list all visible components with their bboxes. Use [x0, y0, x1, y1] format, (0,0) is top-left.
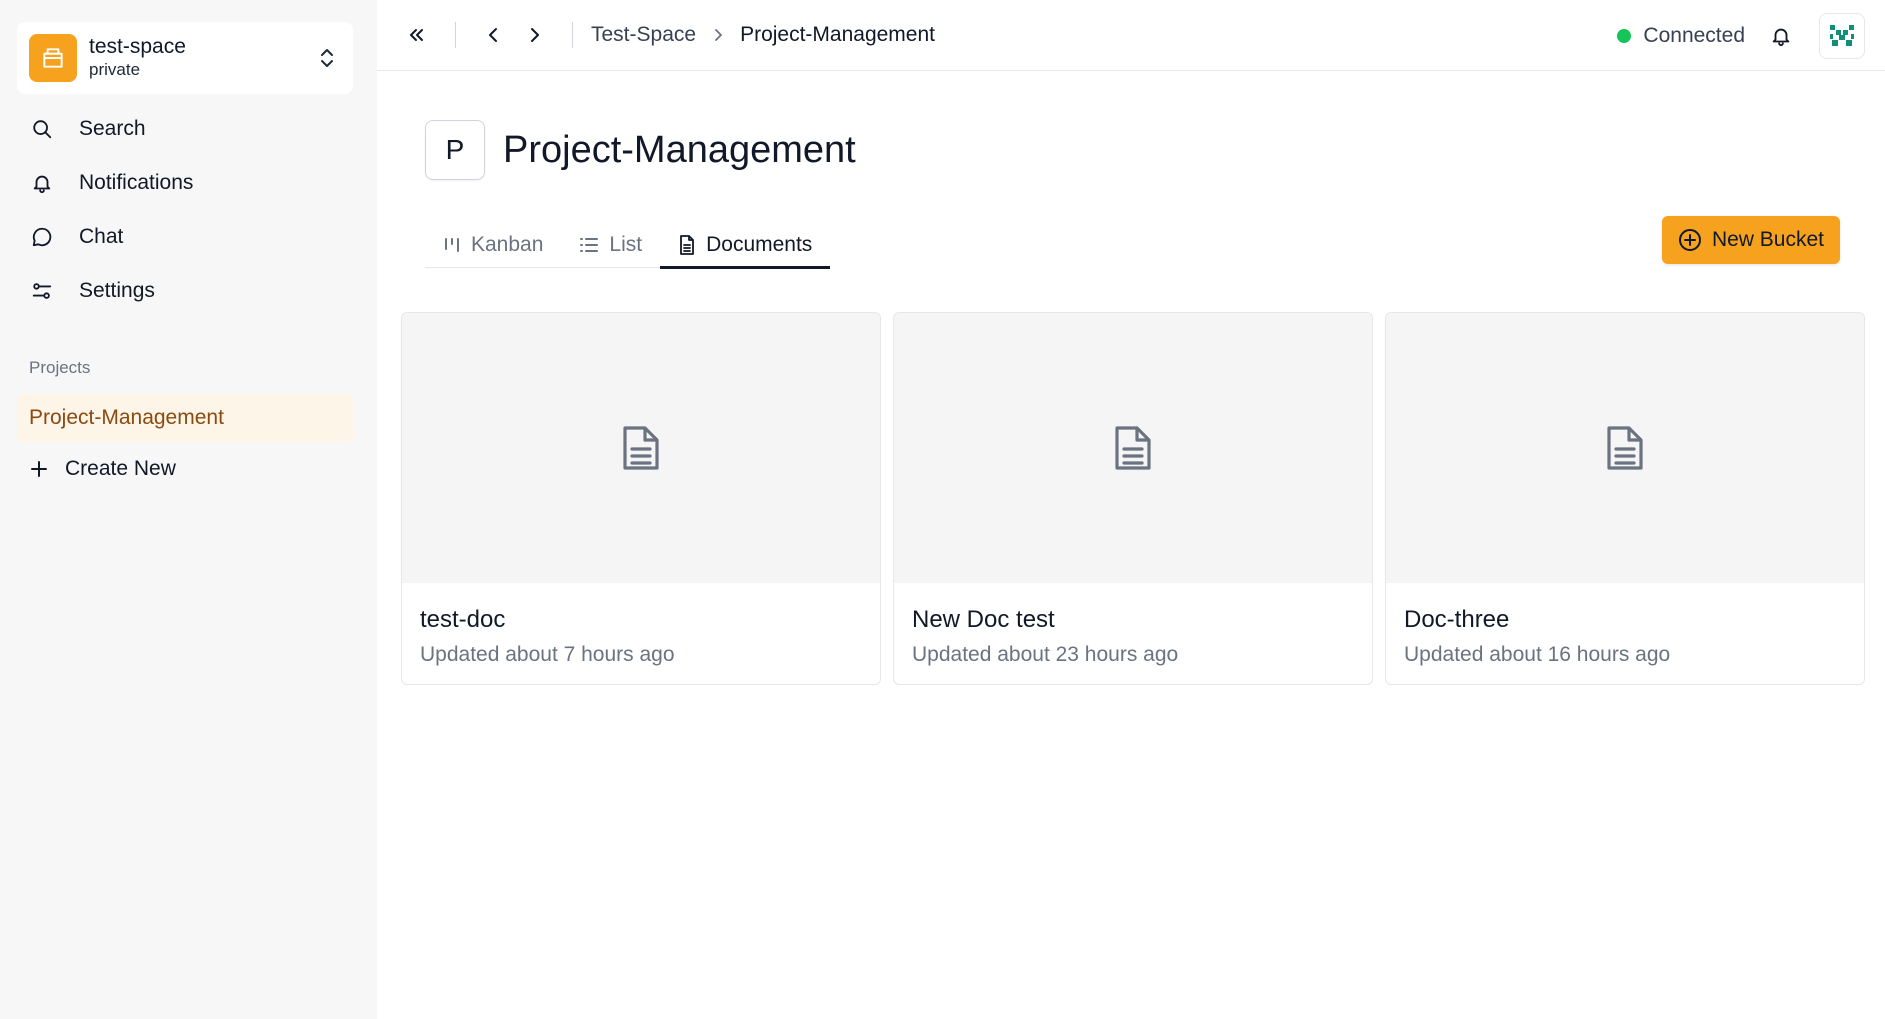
double-chevron-left-icon [410, 29, 423, 41]
document-title: New Doc test [912, 606, 1055, 633]
chevron-up-down-icon [317, 46, 337, 70]
page-title: Project-Management [503, 128, 856, 171]
search-icon [29, 116, 55, 142]
sidebar-project-item[interactable]: Project-Management [17, 394, 353, 442]
sidebar-item-search[interactable]: Search [17, 102, 353, 156]
page-header: P Project-Management [425, 120, 856, 180]
tab-documents[interactable]: Documents [660, 222, 831, 269]
bell-icon [29, 170, 55, 196]
create-new-label: Create New [65, 457, 176, 480]
tab-label: Kanban [471, 233, 544, 256]
workspace-name: test-space [89, 35, 186, 58]
document-card[interactable]: New Doc test Updated about 23 hours ago [893, 312, 1373, 685]
project-badge: P [425, 120, 485, 180]
main-content: Test-Space Project-Management Connected [377, 0, 1885, 1019]
sidebar-item-label: Notifications [79, 171, 194, 194]
breadcrumb-project[interactable]: Project-Management [740, 23, 935, 47]
sliders-icon [29, 278, 55, 304]
plus-icon [29, 459, 49, 479]
document-title: Doc-three [1404, 606, 1510, 633]
document-icon [623, 426, 659, 470]
workspace-switcher[interactable]: test-space private [17, 22, 353, 94]
chevron-right-icon [531, 28, 539, 42]
plus-circle-icon [1678, 228, 1702, 252]
document-preview [894, 313, 1372, 583]
topbar-divider [455, 22, 456, 48]
document-preview [402, 313, 880, 583]
back-button[interactable] [474, 15, 514, 55]
document-icon [1115, 426, 1151, 470]
new-bucket-label: New Bucket [1711, 228, 1824, 251]
breadcrumb: Test-Space Project-Management [591, 23, 935, 47]
sidebar-item-label: Search [79, 117, 146, 140]
sidebar-item-chat[interactable]: Chat [17, 210, 353, 264]
breadcrumb-separator-icon [712, 27, 724, 43]
document-updated: Updated about 23 hours ago [912, 643, 1179, 666]
connection-status: Connected [1643, 23, 1745, 47]
tab-kanban[interactable]: Kanban [425, 222, 561, 268]
document-icon [1607, 426, 1643, 470]
tab-list[interactable]: List [561, 222, 660, 268]
avatar[interactable] [1819, 12, 1865, 59]
sidebar-item-notifications[interactable]: Notifications [17, 156, 353, 210]
topbar: Test-Space Project-Management Connected [377, 0, 1885, 71]
connection-status-dot [1617, 28, 1632, 43]
sidebar-nav: Search Notifications Chat Settings [17, 102, 353, 318]
document-card[interactable]: Doc-three Updated about 16 hours ago [1385, 312, 1865, 685]
document-updated: Updated about 16 hours ago [1404, 643, 1671, 666]
projects-section-label: Projects [29, 358, 91, 377]
sidebar: test-space private Search Notifications … [0, 0, 377, 1019]
user-identicon-icon [1830, 24, 1854, 46]
kanban-icon [443, 236, 461, 254]
topbar-divider [572, 22, 573, 48]
sidebar-item-label: Chat [79, 225, 124, 248]
breadcrumb-space[interactable]: Test-Space [591, 23, 696, 47]
create-new-project-button[interactable]: Create New [17, 442, 353, 496]
collapse-sidebar-button[interactable] [397, 15, 437, 55]
tab-label: Documents [706, 233, 813, 256]
new-bucket-button[interactable]: New Bucket [1661, 216, 1840, 264]
chat-bubble-icon [29, 224, 55, 250]
chevron-left-icon [489, 28, 497, 42]
workspace-logo-icon [29, 34, 77, 82]
workspace-privacy: private [89, 60, 141, 79]
notifications-button[interactable] [1765, 20, 1797, 52]
document-card[interactable]: test-doc Updated about 7 hours ago [401, 312, 881, 685]
document-updated: Updated about 7 hours ago [420, 643, 675, 666]
sidebar-item-label: Settings [79, 279, 155, 302]
document-icon [678, 235, 696, 255]
sidebar-item-settings[interactable]: Settings [17, 264, 353, 318]
document-preview [1386, 313, 1864, 583]
tab-label: List [609, 233, 643, 256]
document-grid: test-doc Updated about 7 hours ago New D… [401, 312, 1865, 685]
view-tabs: Kanban List Documents [425, 222, 831, 269]
forward-button[interactable] [514, 15, 554, 55]
list-icon [579, 236, 599, 254]
document-title: test-doc [420, 606, 506, 633]
bell-icon [1772, 28, 1790, 46]
